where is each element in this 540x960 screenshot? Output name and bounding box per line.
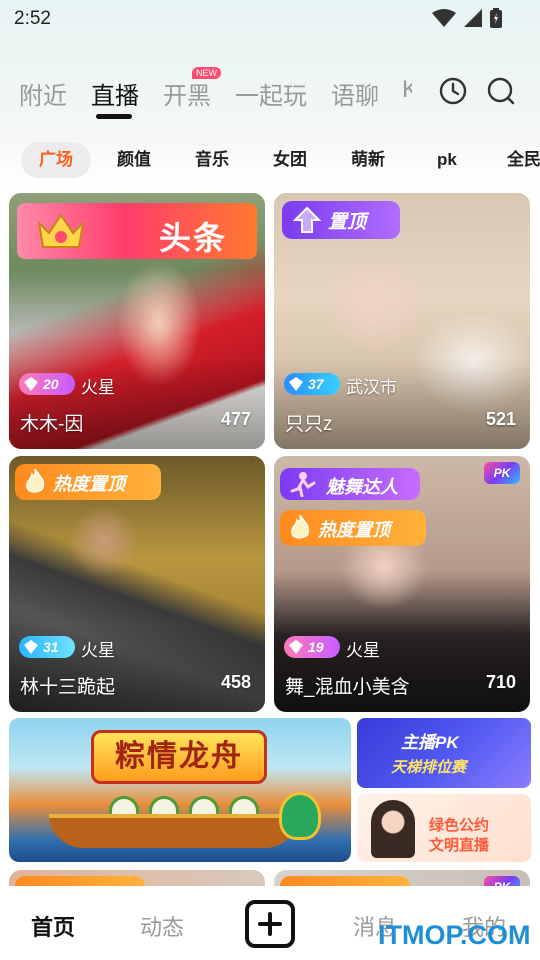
anchor-name: 林十三跪起 (20, 677, 116, 698)
level-pill: 31 (19, 636, 75, 658)
crown-icon (37, 213, 85, 248)
tab-voice-chat[interactable]: 语聊 (331, 76, 379, 111)
status-bar: 2:52 (0, 0, 540, 36)
green-banner-line2: 文明直播 (429, 837, 490, 854)
dragon-boat-icon (49, 814, 299, 848)
location-label: 武汉市 (346, 378, 397, 397)
wifi-icon (432, 9, 456, 27)
level-number: 31 (43, 639, 59, 655)
category-row: 广场 颜值 音乐 女团 萌新 pk 全民 (0, 142, 540, 178)
gem-icon (24, 377, 38, 391)
history-clock-icon[interactable] (438, 76, 468, 106)
viewer-count: 521 (485, 409, 516, 429)
tab-team-up[interactable]: 开黑 (163, 76, 211, 111)
level-number: 20 (43, 376, 59, 392)
dragon-boat-banner-title: 粽情龙舟 (91, 730, 267, 784)
host-avatar (371, 800, 415, 858)
category-chip-music[interactable]: 音乐 (195, 142, 229, 178)
status-time: 2:52 (14, 8, 51, 29)
level-number: 37 (308, 376, 324, 392)
category-chip-girl-group[interactable]: 女团 (273, 142, 307, 178)
gem-icon (289, 640, 303, 654)
headline-badge-label: 头条 (158, 220, 227, 256)
category-chip-looks[interactable]: 颜值 (117, 142, 151, 178)
dragon-head-icon (279, 792, 321, 840)
green-banner-line1: 绿色公约 (429, 817, 490, 834)
dance-talent-badge: 魅舞达人 (280, 468, 420, 500)
hot-pin-label: 热度置顶 (53, 474, 125, 494)
pk-ladder-banner[interactable]: 主播PK 天梯排位赛 (357, 718, 531, 788)
search-icon[interactable] (486, 76, 516, 106)
pin-arrow-icon (292, 206, 322, 233)
gem-icon (24, 640, 38, 654)
dragon-boat-banner[interactable]: 粽情龙舟 (9, 718, 351, 862)
level-pill: 19 (284, 636, 340, 658)
nav-feed[interactable]: 动态 (140, 910, 184, 942)
nav-home[interactable]: 首页 (31, 910, 75, 942)
site-watermark: ITMOP.COM (378, 920, 531, 950)
gem-icon (289, 377, 303, 391)
pk-tag: PK (484, 462, 520, 484)
anchor-name: 木木-因 (20, 414, 84, 435)
pinned-badge: 置顶 (282, 201, 400, 239)
flame-icon (26, 468, 45, 493)
flame-icon (291, 514, 310, 539)
location-label: 火星 (346, 641, 380, 660)
hot-pin-badge: 热度置顶 (15, 464, 161, 500)
headline-badge: 头条 (17, 203, 257, 259)
viewer-count: 458 (220, 672, 251, 692)
category-chip-plaza[interactable]: 广场 (21, 142, 91, 178)
status-icons (432, 8, 502, 28)
pk-banner-title: 主播PK (401, 733, 459, 752)
tab-nearby[interactable]: 附近 (19, 76, 67, 111)
live-card[interactable]: 头条 20 火星 木木-因 477 (9, 193, 265, 449)
live-card[interactable]: 置顶 37 武汉市 只只z 521 (274, 193, 530, 449)
active-tab-indicator (96, 114, 132, 119)
hot-pin-badge: 热度置顶 (280, 510, 426, 546)
hot-pin-label: 热度置顶 (318, 520, 390, 540)
anchor-name: 只只z (285, 414, 333, 435)
dancer-icon (290, 472, 316, 497)
category-chip-newbie[interactable]: 萌新 (351, 142, 385, 178)
level-pill: 20 (19, 373, 75, 395)
live-card[interactable]: 热度置顶 31 火星 林十三跪起 458 (9, 456, 265, 712)
top-tab-bar: 附近 直播 开黑 NEW 一起玩 语聊 K (0, 67, 540, 126)
location-label: 火星 (81, 641, 115, 660)
tab-play-together[interactable]: 一起玩 (235, 76, 307, 111)
pk-banner-subtitle: 天梯排位赛 (391, 759, 467, 776)
new-badge: NEW (192, 67, 221, 79)
signal-icon (464, 9, 482, 27)
category-chip-pk[interactable]: pk (437, 142, 457, 178)
category-chip-all[interactable]: 全民 (507, 142, 540, 178)
create-plus-icon[interactable] (245, 900, 295, 948)
level-pill: 37 (284, 373, 340, 395)
location-label: 火星 (81, 378, 115, 397)
tab-live[interactable]: 直播 (91, 76, 139, 111)
dance-talent-label: 魅舞达人 (326, 477, 398, 497)
viewer-count: 477 (220, 409, 251, 429)
viewer-count: 710 (485, 672, 516, 692)
green-pledge-banner[interactable]: 绿色公约 文明直播 (357, 794, 531, 862)
anchor-name: 舞_混血小美含 (285, 677, 410, 698)
tab-more-clipped[interactable]: K (402, 76, 412, 104)
battery-icon (490, 8, 502, 28)
live-card[interactable]: 魅舞达人 热度置顶 PK 19 火星 舞_混血小美含 710 (274, 456, 530, 712)
pinned-badge-label: 置顶 (328, 212, 367, 233)
level-number: 19 (308, 639, 324, 655)
